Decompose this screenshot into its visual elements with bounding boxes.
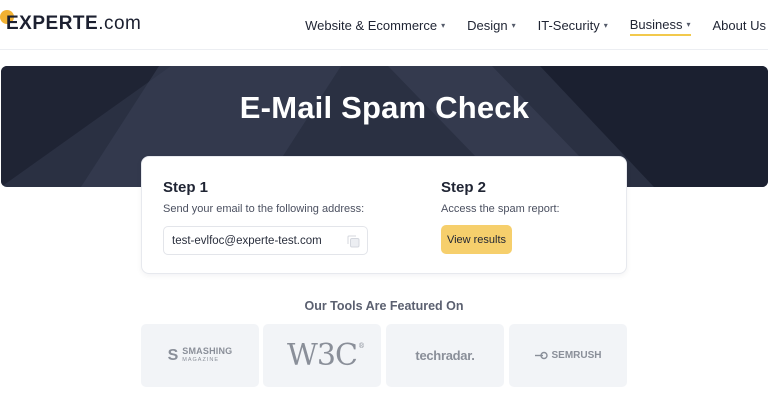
- view-results-button[interactable]: View results: [441, 225, 512, 254]
- test-email-field[interactable]: test-evlfoc@experte-test.com: [163, 226, 368, 255]
- logo-tld: .com: [98, 13, 142, 34]
- nav-item-design[interactable]: Design ▾: [467, 14, 515, 36]
- step-2-title: Step 2: [441, 179, 487, 196]
- nav-item-business[interactable]: Business ▾: [629, 14, 691, 36]
- step-1-description: Send your email to the following address…: [163, 203, 365, 215]
- smashing-magazine-logo: S SMASHING MAGAZINE: [141, 324, 259, 387]
- nav-item-about-us[interactable]: About Us: [713, 14, 766, 36]
- test-email-address[interactable]: test-evlfoc@experte-test.com: [172, 235, 322, 247]
- nav-item-it-security[interactable]: IT-Security ▾: [538, 14, 608, 36]
- step-1-title: Step 1: [163, 179, 209, 196]
- nav-item-label: Website & Ecommerce: [305, 17, 438, 33]
- featured-logos: S SMASHING MAGAZINE W3C ® techradar. SEMR…: [141, 324, 627, 387]
- page-title: E-Mail Spam Check: [239, 90, 530, 125]
- step-2-description: Access the spam report:: [441, 203, 560, 215]
- step-1: Step 1 Send your email to the following …: [163, 179, 364, 215]
- caret-down-icon: ▾: [441, 20, 446, 30]
- featured-heading: Our Tools Are Featured On: [304, 299, 464, 313]
- experte-logo[interactable]: EXPERTE.com: [0, 8, 141, 40]
- copy-icon[interactable]: [347, 235, 360, 248]
- nav-item-website-ecommerce[interactable]: Website & Ecommerce ▾: [305, 14, 445, 36]
- nav-item-label: About Us: [712, 17, 766, 33]
- site-header: EXPERTE.com Website & Ecommerce ▾ Design…: [0, 0, 768, 50]
- caret-down-icon: ▾: [603, 20, 608, 30]
- caret-down-icon: ▾: [511, 20, 516, 30]
- caret-down-icon: ▾: [686, 19, 691, 29]
- nav-item-label: Design: [467, 17, 508, 33]
- nav-item-label: Business: [629, 16, 683, 32]
- smashing-s-icon: S: [167, 346, 179, 364]
- semrush-logo: SEMRUSH: [509, 324, 627, 387]
- logo-brand: EXPERTE: [6, 13, 99, 34]
- w3c-logo: W3C ®: [263, 324, 381, 387]
- main-nav: Website & Ecommerce ▾ Design ▾ IT-Securi…: [283, 14, 768, 36]
- semrush-fire-icon: [535, 351, 549, 360]
- steps-card: Step 1 Send your email to the following …: [141, 156, 627, 274]
- nav-item-label: IT-Security: [537, 17, 600, 33]
- techradar-logo: techradar.: [386, 324, 504, 387]
- step-2: Step 2 Access the spam report:: [441, 179, 560, 215]
